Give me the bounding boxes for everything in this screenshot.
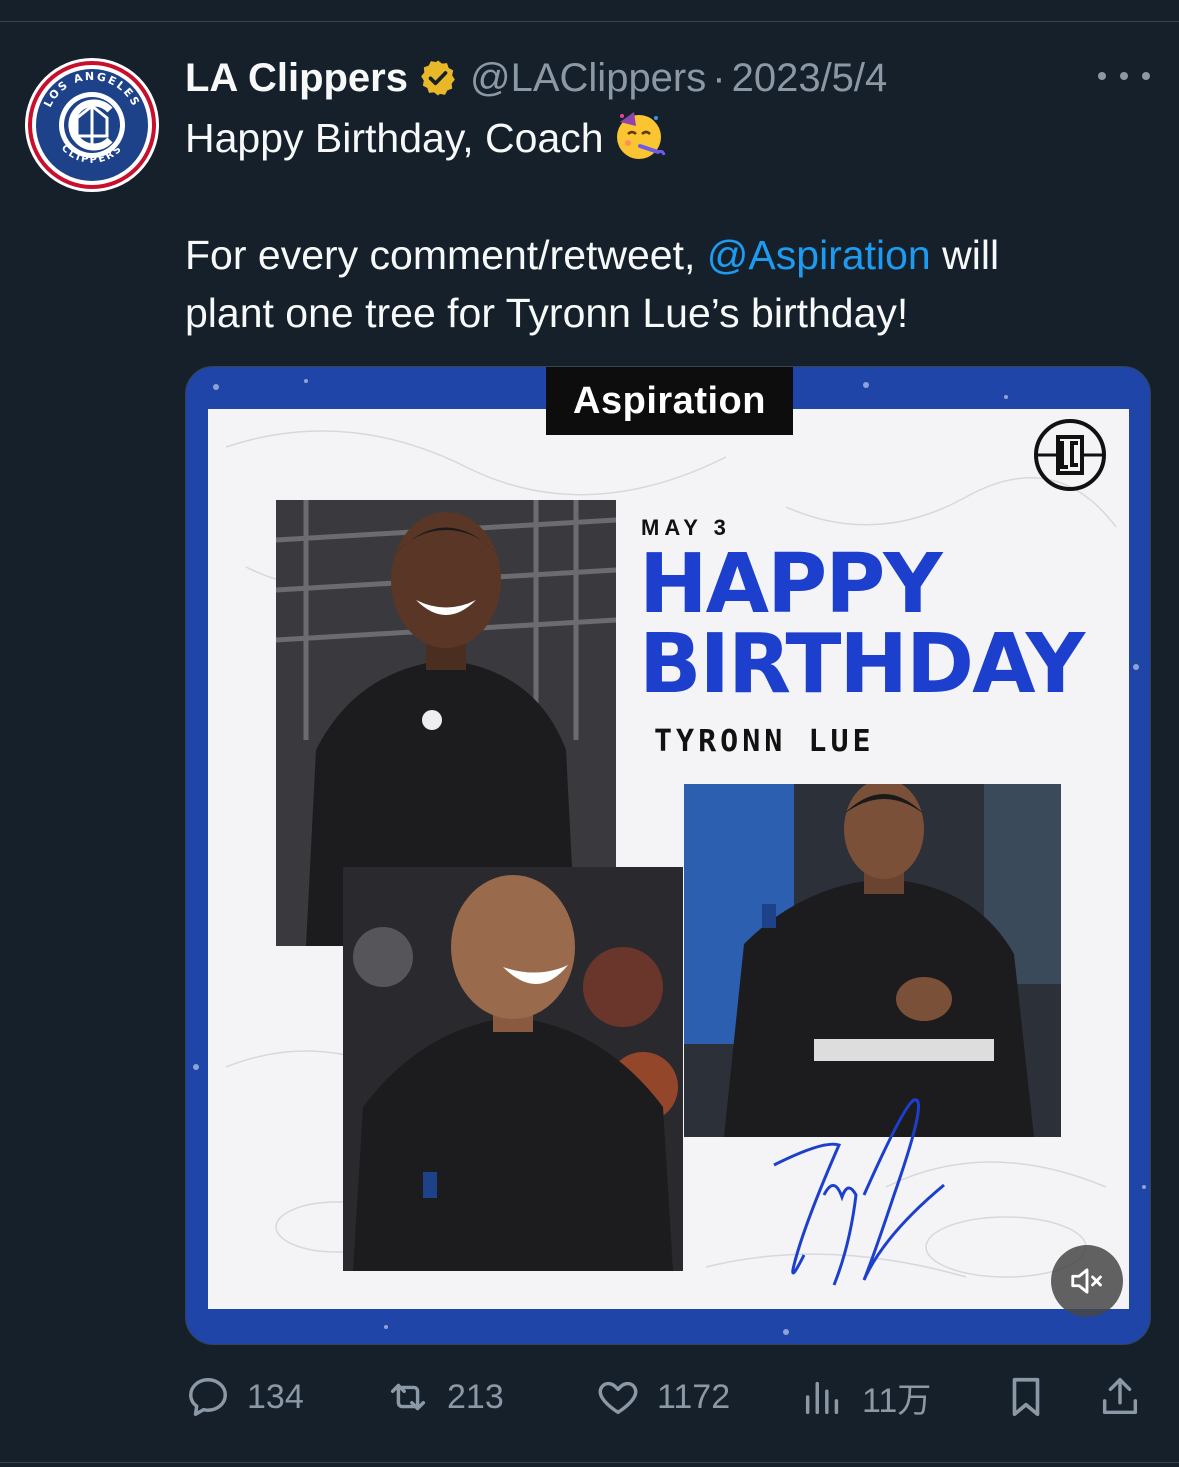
action-bar: 134 213 1172 11万 xyxy=(185,1368,1151,1426)
tweet-text-line-2-end: will xyxy=(942,232,1000,278)
clippers-team-logo-icon xyxy=(1034,419,1106,491)
verified-badge-icon[interactable] xyxy=(418,58,458,98)
mute-toggle[interactable] xyxy=(1051,1245,1123,1317)
share-icon xyxy=(1102,1378,1138,1415)
views-count: 11万 xyxy=(862,1381,932,1420)
separator: · xyxy=(712,55,726,100)
headline-happy: HAPPY xyxy=(639,537,943,632)
speaker-muted-icon xyxy=(1071,1268,1102,1294)
tweet-date[interactable]: 2023/5/4 xyxy=(732,56,888,101)
bottom-divider xyxy=(0,1462,1179,1463)
views-chart-icon xyxy=(805,1381,839,1415)
retweet-button[interactable]: 213 xyxy=(385,1368,504,1426)
reply-button[interactable]: 134 xyxy=(185,1368,304,1426)
top-divider xyxy=(0,21,1179,22)
coach-photo-2 xyxy=(343,867,683,1271)
headline-birthday: BIRTHDAY xyxy=(639,617,1085,712)
mention-link[interactable]: @Aspiration xyxy=(707,232,931,278)
avatar[interactable]: LOS ANGELES CLIPPERS xyxy=(25,58,159,192)
clippers-logo-icon: LOS ANGELES CLIPPERS xyxy=(28,61,156,189)
tweet-header: LA Clippers @LAClippers · 2023/5/4 xyxy=(185,50,887,106)
retweet-count: 213 xyxy=(447,1377,504,1416)
like-button[interactable]: 1172 xyxy=(595,1368,730,1426)
coach-name: TYRONN LUE xyxy=(654,724,875,759)
reply-count: 134 xyxy=(247,1377,304,1416)
tweet-text: Happy Birthday, Coach For every comment/… xyxy=(185,108,1145,342)
like-count: 1172 xyxy=(657,1377,731,1416)
tweet-text-line-2: For every comment/retweet, xyxy=(185,232,696,278)
more-options-icon[interactable] xyxy=(1098,64,1150,88)
tweet-text-line-1: Happy Birthday, Coach xyxy=(185,115,604,161)
sponsor-tag: Aspiration xyxy=(546,367,793,435)
share-button[interactable] xyxy=(1097,1368,1143,1426)
display-name[interactable]: LA Clippers xyxy=(185,56,408,101)
reply-icon xyxy=(189,1378,227,1416)
bookmark-button[interactable] xyxy=(1003,1368,1049,1426)
tweet-media[interactable]: Aspiration MAY 3 HAPPY BIRTHDAY TYRONN L… xyxy=(185,366,1151,1345)
signature-graphic xyxy=(773,1098,945,1286)
handle[interactable]: @LAClippers xyxy=(470,56,706,101)
tweet-text-line-3: plant one tree for Tyronn Lue’s birthday… xyxy=(185,290,909,336)
views-button[interactable]: 11万 xyxy=(800,1368,931,1426)
partying-face-emoji-icon xyxy=(612,108,666,162)
retweet-icon xyxy=(390,1383,426,1411)
heart-icon xyxy=(598,1381,638,1415)
bookmark-icon xyxy=(1012,1377,1040,1417)
